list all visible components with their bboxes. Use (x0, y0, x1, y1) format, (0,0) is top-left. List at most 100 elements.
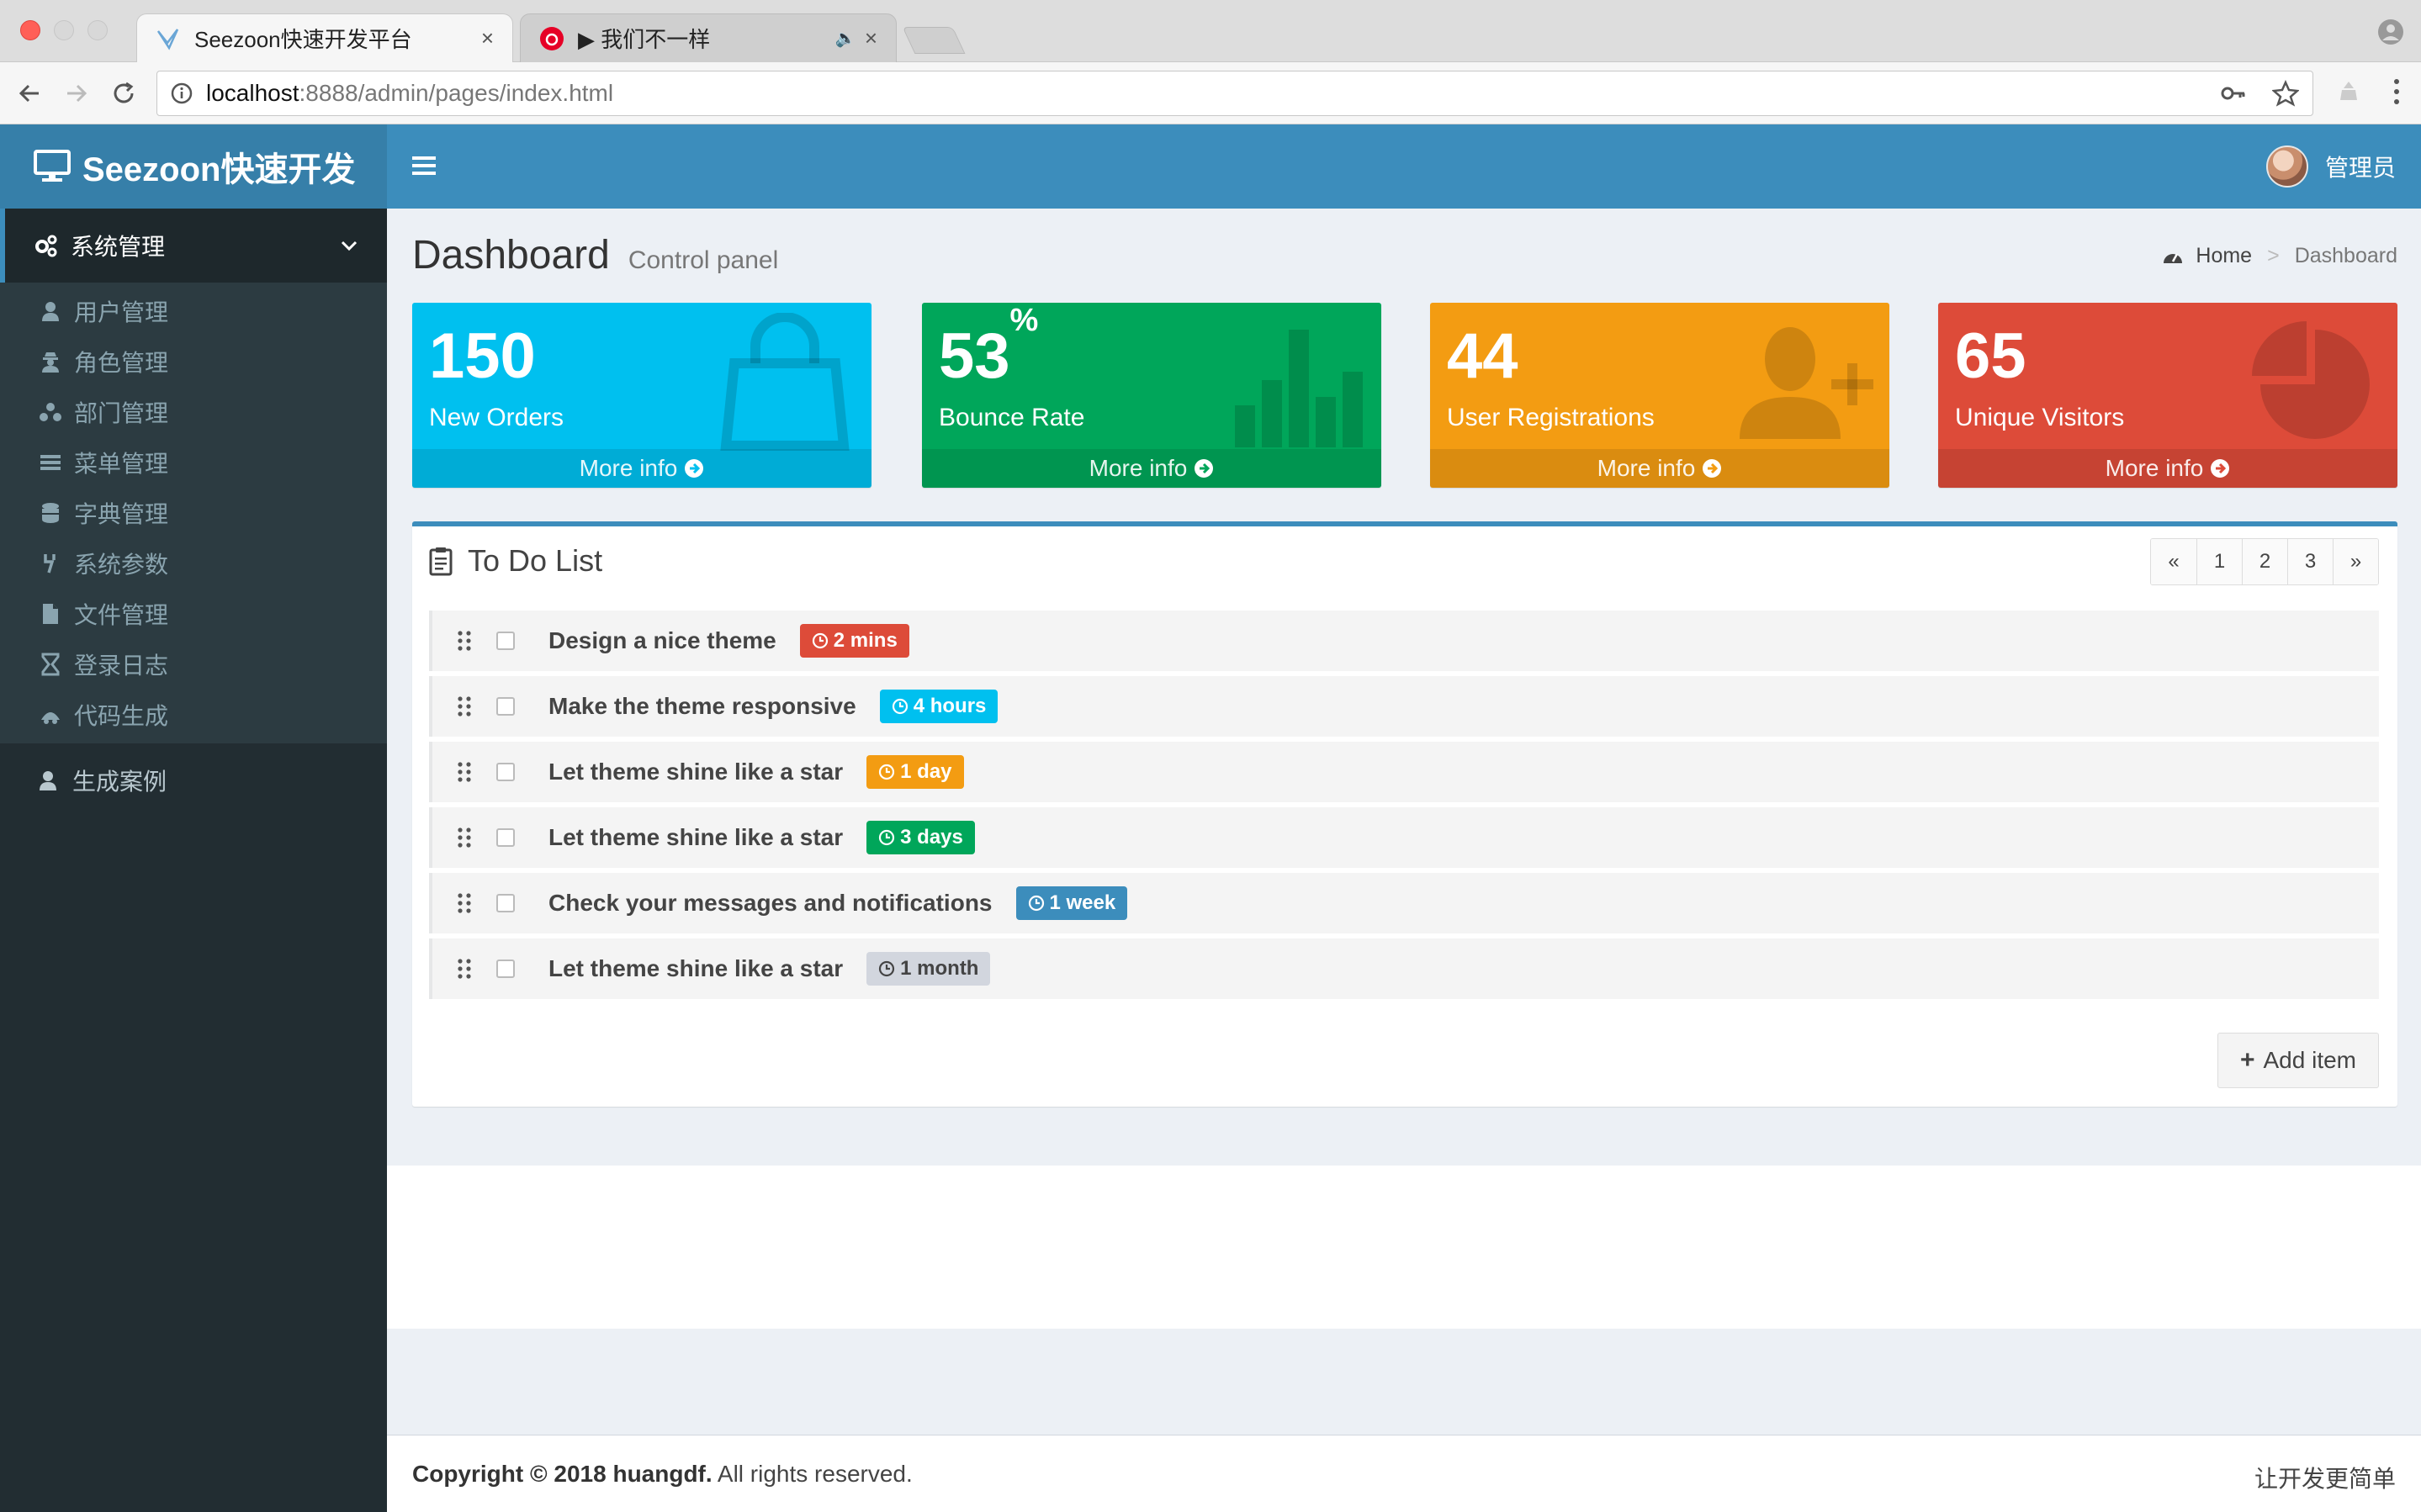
clock-icon (812, 632, 828, 649)
clipboard-icon (429, 547, 453, 576)
stat-value: 53% (939, 303, 1039, 392)
browser-tab-strip: Seezoon快速开发平台 × ▶ 我们不一样 🔈 × (0, 0, 2421, 62)
sidebar-item-role[interactable]: 角色管理 (0, 336, 387, 387)
browser-menu-icon[interactable] (2391, 77, 2402, 106)
todo-checkbox[interactable] (496, 697, 515, 716)
sidebar-item-label: 字典管理 (74, 501, 169, 527)
todo-checkbox[interactable] (496, 960, 515, 978)
pagination-page-1[interactable]: 1 (2196, 539, 2242, 584)
drag-handle-icon[interactable] (456, 761, 473, 783)
sidebar-item-params[interactable]: 系统参数 (0, 538, 387, 589)
browser-tab-music[interactable]: ▶ 我们不一样 🔈 × (520, 13, 897, 62)
todo-pagination: « 1 2 3 » (2150, 538, 2379, 585)
address-bar[interactable]: localhost :8888/admin/pages/index.html (156, 71, 2313, 116)
time-badge: 3 days (866, 821, 975, 854)
time-badge: 1 week (1015, 886, 1128, 920)
breadcrumb-home[interactable]: Home (2196, 244, 2252, 268)
sidebar-item-label: 登录日志 (74, 653, 169, 679)
drag-handle-icon[interactable] (456, 892, 473, 914)
clock-icon (879, 960, 895, 977)
sidebar-item-label: 文件管理 (74, 602, 169, 628)
todo-checkbox[interactable] (496, 828, 515, 847)
database-icon (42, 503, 59, 523)
todo-text: Design a nice theme (548, 627, 776, 653)
todo-item: Design a nice theme 2 mins (429, 611, 2379, 671)
shopping-bag-icon (720, 313, 850, 451)
time-badge: 2 mins (799, 624, 909, 658)
url-path: :8888/admin/pages/index.html (299, 80, 614, 106)
key-icon[interactable] (2220, 80, 2247, 107)
clock-icon (879, 829, 895, 846)
todo-checkbox[interactable] (496, 632, 515, 650)
drag-handle-icon[interactable] (456, 695, 473, 717)
user-icon (42, 302, 59, 321)
app-logo[interactable]: Seezoon快速开发 (0, 124, 387, 209)
breadcrumb: Home > Dashboard (2162, 244, 2397, 268)
info-icon[interactable] (171, 82, 193, 104)
sidebar-item-dict[interactable]: 字典管理 (0, 488, 387, 538)
minimize-window-button[interactable] (54, 20, 74, 40)
pagination-next[interactable]: » (2333, 539, 2378, 584)
dashboard-icon (2164, 252, 2183, 263)
drag-handle-icon[interactable] (456, 827, 473, 849)
stat-box-orders: 150 New Orders More info (412, 303, 871, 488)
sidebar-submenu: 用户管理 角色管理 部门管理 菜单管理 字典管理 系统参数 文件管理 登录日志 (0, 283, 387, 743)
stat-value: 150 (429, 320, 536, 392)
forward-button[interactable] (61, 77, 93, 109)
todo-item: Let theme shine like a star 3 days (429, 807, 2379, 868)
add-item-button[interactable]: + Add item (2217, 1033, 2379, 1088)
user-menu[interactable]: 管理员 (2265, 145, 2396, 188)
more-info-link[interactable]: More info (1430, 449, 1889, 488)
list-icon (40, 455, 61, 470)
stat-label: Unique Visitors (1955, 404, 2125, 431)
sidebar-item-codegen[interactable]: 代码生成 (0, 690, 387, 740)
close-window-button[interactable] (20, 20, 40, 40)
arrow-circle-right-icon (1195, 459, 1214, 478)
time-badge: 1 month (866, 952, 991, 986)
sidebar-group-label: 系统管理 (71, 234, 166, 260)
pagination-page-3[interactable]: 3 (2287, 539, 2333, 584)
browser-tab-seezoon[interactable]: Seezoon快速开发平台 × (136, 13, 513, 62)
maximize-window-button[interactable] (87, 20, 108, 40)
sidebar-item-demo[interactable]: 生成案例 (0, 743, 387, 817)
sidebar-item-menu[interactable]: 菜单管理 (0, 437, 387, 488)
user-name: 管理员 (2324, 155, 2396, 181)
drag-handle-icon[interactable] (456, 630, 473, 652)
pagination-page-2[interactable]: 2 (2242, 539, 2287, 584)
more-info-link[interactable]: More info (922, 449, 1381, 488)
sidebar-item-dept[interactable]: 部门管理 (0, 387, 387, 437)
bar-chart-icon (1235, 330, 1363, 447)
copyright: Copyright © 2018 huangdf. All rights res… (412, 1461, 913, 1487)
sidebar-item-login-log[interactable]: 登录日志 (0, 639, 387, 690)
todo-item: Make the theme responsive 4 hours (429, 676, 2379, 737)
browser-toolbar: localhost :8888/admin/pages/index.html (0, 62, 2421, 124)
netease-music-icon (539, 26, 564, 51)
sidebar-item-user[interactable]: 用户管理 (0, 286, 387, 336)
close-tab-icon[interactable]: × (865, 25, 877, 51)
back-button[interactable] (13, 77, 45, 109)
pagination-prev[interactable]: « (2151, 539, 2196, 584)
todo-text: Check your messages and notifications (548, 890, 993, 916)
stat-value: 44 (1447, 320, 1518, 392)
sidebar-item-file[interactable]: 文件管理 (0, 589, 387, 639)
sidebar-group-system[interactable]: 系统管理 (0, 209, 387, 283)
more-info-link[interactable]: More info (1938, 449, 2397, 488)
clock-icon (879, 764, 895, 780)
new-tab-button[interactable] (902, 27, 966, 54)
close-tab-icon[interactable]: × (481, 25, 494, 51)
todo-item: Let theme shine like a star 1 month (429, 938, 2379, 999)
extension-icon[interactable] (2337, 79, 2360, 103)
sidebar-toggle-icon[interactable] (412, 155, 436, 177)
time-badge: 1 day (866, 755, 964, 789)
todo-checkbox[interactable] (496, 763, 515, 781)
todo-item: Let theme shine like a star 1 day (429, 742, 2379, 802)
user-secret-icon (42, 352, 59, 373)
reload-button[interactable] (108, 77, 140, 109)
speaker-icon[interactable]: 🔈 (835, 28, 856, 49)
star-icon[interactable] (2272, 80, 2299, 107)
profile-icon[interactable] (2377, 19, 2404, 45)
drag-handle-icon[interactable] (456, 958, 473, 980)
content-header: Dashboard Control panel Home > Dashboard (412, 227, 2397, 286)
more-info-link[interactable]: More info (412, 449, 871, 488)
todo-checkbox[interactable] (496, 894, 515, 912)
